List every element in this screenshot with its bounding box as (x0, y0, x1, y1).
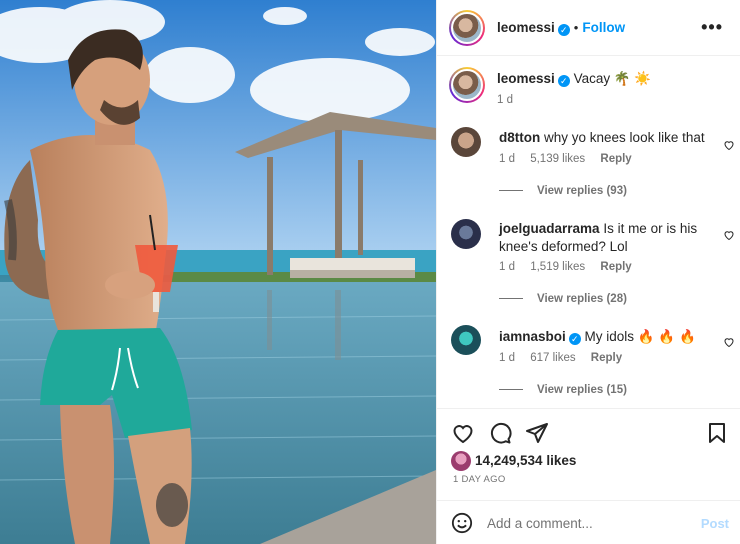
reply-button[interactable]: Reply (600, 261, 631, 273)
comment-time: 1 d (499, 153, 515, 165)
send-icon[interactable] (525, 421, 549, 445)
comment-time: 1 d (499, 352, 515, 364)
commenter-avatar[interactable] (451, 325, 481, 355)
verified-badge-icon: ✓ (557, 24, 570, 36)
post-comment-button[interactable]: Post (701, 516, 729, 531)
comment-body: joelguadarrama Is it me or is his knee's… (499, 220, 714, 256)
heart-icon[interactable] (451, 421, 475, 445)
bookmark-icon[interactable] (705, 421, 729, 445)
comments-section[interactable]: leomessi ✓ Vacay 🌴 ☀️ 1 d d8tton why yo k… (437, 57, 740, 407)
comment-emojis: 🔥 🔥 🔥 (637, 329, 696, 344)
comment-text: My idols (584, 329, 635, 344)
comment-likes[interactable]: 1,519 likes (530, 261, 585, 273)
reply-button[interactable]: Reply (591, 352, 622, 364)
caption-text: Vacay (573, 71, 611, 86)
author-avatar[interactable] (449, 10, 485, 46)
view-replies-button[interactable]: View replies (15) (499, 384, 627, 396)
liker-avatar[interactable] (451, 451, 471, 471)
comment-meta: 1 d 617 likes Reply (499, 352, 634, 364)
like-comment-heart-icon[interactable] (723, 139, 735, 151)
caption: leomessi ✓ Vacay 🌴 ☀️ (497, 71, 651, 87)
post-actions: 14,249,534 likes 1 DAY AGO (437, 408, 740, 500)
caption-author-avatar[interactable] (449, 67, 485, 103)
post-details-panel: leomessi ✓ • Follow ••• leomessi ✓ Vacay 🌴 ☀… (436, 0, 740, 544)
separator-dot: • (573, 20, 579, 35)
like-comment-heart-icon[interactable] (723, 336, 735, 348)
caption-time: 1 d (497, 94, 513, 106)
view-replies-button[interactable]: View replies (93) (499, 185, 627, 197)
like-comment-heart-icon[interactable] (723, 229, 735, 241)
verified-badge-icon: ✓ (568, 333, 581, 345)
commenter-avatar[interactable] (451, 127, 481, 157)
commenter-username[interactable]: d8tton (499, 130, 540, 145)
follow-button[interactable]: Follow (582, 20, 625, 35)
comment-meta: 1 d 1,519 likes Reply (499, 261, 644, 273)
likes-count[interactable]: 14,249,534 likes (475, 453, 576, 468)
comment-text: why yo knees look like that (544, 130, 705, 145)
commenter-username[interactable]: iamnasboi (499, 329, 566, 344)
caption-emojis: 🌴 ☀️ (613, 71, 652, 86)
post-header: leomessi ✓ • Follow ••• (437, 0, 740, 56)
caption-username[interactable]: leomessi (497, 71, 555, 86)
comment-likes[interactable]: 617 likes (530, 352, 575, 364)
comment-time: 1 d (499, 261, 515, 273)
comment-likes[interactable]: 5,139 likes (530, 153, 585, 165)
comment-input[interactable] (487, 511, 677, 535)
view-replies-button[interactable]: View replies (28) (499, 293, 627, 305)
author-username[interactable]: leomessi (497, 20, 555, 35)
comment-body: d8tton why yo knees look like that (499, 129, 714, 147)
smiley-icon[interactable] (451, 512, 473, 534)
add-comment-bar: Post (437, 500, 740, 544)
post-image (0, 0, 436, 544)
comment-meta: 1 d 5,139 likes Reply (499, 153, 644, 165)
comment-body: iamnasboi ✓ My idols 🔥 🔥 🔥 (499, 328, 714, 346)
more-options-icon[interactable]: ••• (701, 17, 723, 38)
commenter-avatar[interactable] (451, 219, 481, 249)
post-timestamp: 1 DAY AGO (453, 474, 506, 485)
post-photo[interactable] (0, 0, 436, 544)
commenter-username[interactable]: joelguadarrama (499, 221, 600, 236)
verified-badge-icon: ✓ (557, 75, 570, 87)
reply-button[interactable]: Reply (600, 153, 631, 165)
comment-icon[interactable] (488, 421, 512, 445)
